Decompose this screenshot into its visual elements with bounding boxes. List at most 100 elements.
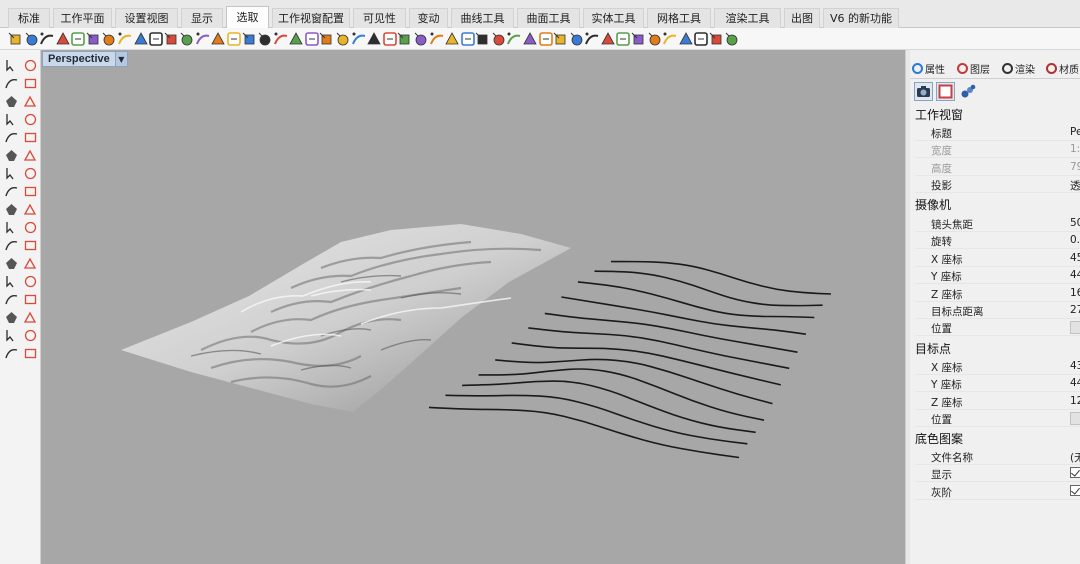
select-filter-icon[interactable] xyxy=(647,31,663,47)
sphere-icon[interactable] xyxy=(23,166,38,181)
transform-icon[interactable] xyxy=(4,202,19,217)
select-dots-icon[interactable] xyxy=(164,31,180,47)
viewport-display-icon[interactable] xyxy=(959,82,978,101)
select-cameras-icon[interactable] xyxy=(273,31,289,47)
viewport-title[interactable]: Perspective xyxy=(43,53,115,65)
property-value[interactable]: 0. xyxy=(1070,234,1080,246)
select-closed-icon[interactable] xyxy=(304,31,320,47)
property-value[interactable]: (无 xyxy=(1070,450,1080,465)
curve-icon[interactable] xyxy=(23,76,38,91)
viewport-properties-camera-icon[interactable] xyxy=(914,82,933,101)
tab-9[interactable]: 曲面工具 xyxy=(517,8,580,28)
invert-selection-icon[interactable] xyxy=(475,31,491,47)
select-previous-icon[interactable] xyxy=(444,31,460,47)
select-lights-icon[interactable] xyxy=(179,31,195,47)
place-button[interactable] xyxy=(1070,321,1080,335)
join-icon[interactable] xyxy=(4,238,19,253)
circle-icon[interactable] xyxy=(4,94,19,109)
property-value[interactable]: 44 xyxy=(1070,269,1080,281)
select-boundary-icon[interactable] xyxy=(553,31,569,47)
select-intersect-icon[interactable] xyxy=(569,31,585,47)
dimension-icon[interactable] xyxy=(23,310,38,325)
loft-icon[interactable] xyxy=(23,148,38,163)
place-button[interactable] xyxy=(1070,412,1080,426)
contour-line[interactable] xyxy=(610,260,832,295)
select-duplicates-icon[interactable] xyxy=(382,31,398,47)
tab-4[interactable]: 选取 xyxy=(226,6,269,28)
select-none-icon[interactable] xyxy=(724,31,740,47)
select-ellipses-icon[interactable] xyxy=(133,31,149,47)
box-icon[interactable] xyxy=(4,166,19,181)
contour-line[interactable] xyxy=(511,342,781,386)
property-checkbox[interactable] xyxy=(1070,484,1080,496)
panel-tab-2[interactable]: 渲染 xyxy=(1002,58,1035,78)
select-locked-icon[interactable] xyxy=(522,31,538,47)
tab-7[interactable]: 变动 xyxy=(409,8,448,28)
point-icon[interactable] xyxy=(23,58,38,73)
tab-3[interactable]: 显示 xyxy=(181,8,223,28)
select-brush-icon[interactable] xyxy=(615,31,631,47)
boolean-icon[interactable] xyxy=(4,184,19,199)
select-subd-icon[interactable] xyxy=(257,31,273,47)
viewport-background-icon[interactable] xyxy=(936,82,955,101)
select-meshes-icon[interactable] xyxy=(195,31,211,47)
select-by-color-icon[interactable] xyxy=(335,31,351,47)
contour-line[interactable] xyxy=(428,406,740,459)
check-icon[interactable] xyxy=(23,328,38,343)
select-bad-icon[interactable] xyxy=(413,31,429,47)
array-icon[interactable] xyxy=(23,202,38,217)
tab-11[interactable]: 网格工具 xyxy=(647,8,711,28)
select-hatches-icon[interactable] xyxy=(242,31,258,47)
trim-icon[interactable] xyxy=(23,220,38,235)
select-history-icon[interactable] xyxy=(662,31,678,47)
property-value[interactable]: 16 xyxy=(1070,287,1080,299)
viewport-menu-arrow-icon[interactable]: ▼ xyxy=(114,52,127,66)
tab-0[interactable]: 标准 xyxy=(8,8,50,28)
text-icon[interactable] xyxy=(4,328,19,343)
render-icon[interactable] xyxy=(4,346,19,361)
tab-5[interactable]: 工作视窗配置 xyxy=(272,8,350,28)
select-lines-icon[interactable] xyxy=(70,31,86,47)
scale-icon[interactable] xyxy=(23,292,38,307)
polygon-icon[interactable] xyxy=(4,112,19,127)
select-text-icon[interactable] xyxy=(148,31,164,47)
viewport-title-tab[interactable]: Perspective ▼ xyxy=(42,51,128,67)
select-hidden-icon[interactable] xyxy=(506,31,522,47)
property-value[interactable]: 1: xyxy=(1070,143,1080,155)
select-last-icon[interactable] xyxy=(429,31,445,47)
property-value[interactable]: 45 xyxy=(1070,252,1080,264)
tab-8[interactable]: 曲线工具 xyxy=(451,8,514,28)
select-annotations-icon[interactable] xyxy=(210,31,226,47)
select-blocks-icon[interactable] xyxy=(226,31,242,47)
panel-tab-3[interactable]: 材质 xyxy=(1046,58,1079,78)
property-checkbox[interactable] xyxy=(1070,467,1080,479)
select-chain-icon[interactable] xyxy=(538,31,554,47)
select-circles-icon[interactable] xyxy=(117,31,133,47)
contour-line[interactable] xyxy=(445,394,748,445)
offset-icon[interactable] xyxy=(4,256,19,271)
select-points-icon[interactable] xyxy=(8,31,24,47)
tab-1[interactable]: 工作平面 xyxy=(53,8,112,28)
group-icon[interactable] xyxy=(4,310,19,325)
select-small-icon[interactable] xyxy=(397,31,413,47)
tab-6[interactable]: 可见性 xyxy=(353,8,406,28)
explode-icon[interactable] xyxy=(23,238,38,253)
tab-10[interactable]: 实体工具 xyxy=(583,8,644,28)
select-polylines-icon[interactable] xyxy=(86,31,102,47)
select-parents-icon[interactable] xyxy=(709,31,725,47)
tab-12[interactable]: 渲染工具 xyxy=(714,8,781,28)
select-polysurfaces-icon[interactable] xyxy=(55,31,71,47)
mirror-icon[interactable] xyxy=(23,274,38,289)
tab-13[interactable]: 出图 xyxy=(784,8,820,28)
property-value[interactable]: 79 xyxy=(1070,161,1080,173)
select-surfaces-icon[interactable] xyxy=(39,31,55,47)
select-by-layer-icon[interactable] xyxy=(351,31,367,47)
select-curves-icon[interactable] xyxy=(24,31,40,47)
analyze-icon[interactable] xyxy=(4,274,19,289)
split-icon[interactable] xyxy=(4,220,19,235)
select-crossing-icon[interactable] xyxy=(600,31,616,47)
select-group-icon[interactable] xyxy=(678,31,694,47)
select-by-name-icon[interactable] xyxy=(366,31,382,47)
project-icon[interactable] xyxy=(23,256,38,271)
ellipse-icon[interactable] xyxy=(4,130,19,145)
